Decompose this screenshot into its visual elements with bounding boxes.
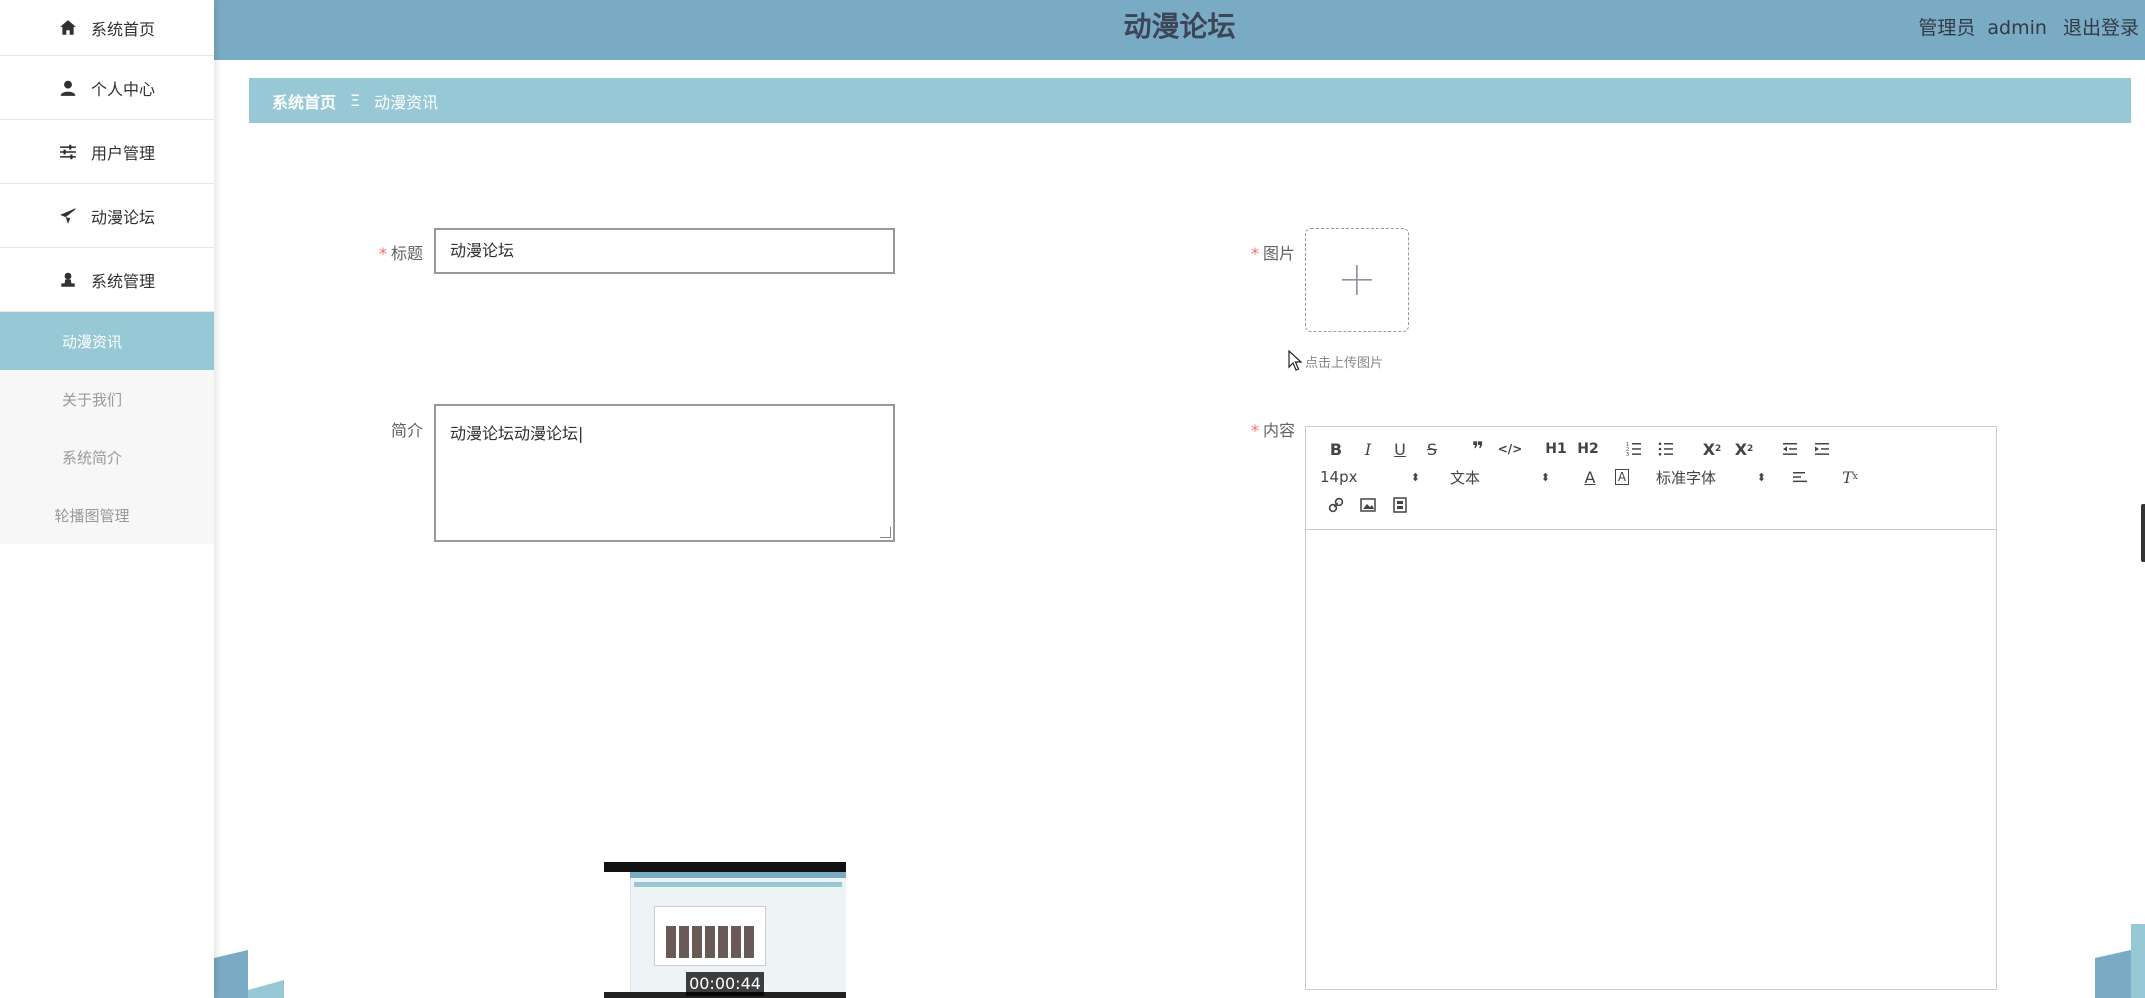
underline-icon[interactable]: U	[1384, 437, 1416, 461]
mouse-cursor-icon	[1288, 350, 1303, 371]
breadcrumb-separator: Ξ	[350, 91, 361, 110]
bullet-list-icon[interactable]	[1650, 437, 1682, 461]
logout-link[interactable]: 退出登录	[2063, 17, 2139, 39]
breadcrumb-home[interactable]: 系统首页	[272, 89, 336, 113]
indent-icon[interactable]	[1806, 437, 1838, 461]
breadcrumb: 系统首页 Ξ 动漫资讯	[249, 78, 2131, 123]
decorative-shape	[214, 950, 284, 998]
sliders-icon	[60, 144, 76, 159]
outdent-icon[interactable]	[1774, 437, 1806, 461]
sidebar-item-label: 系统管理	[90, 271, 155, 291]
decorative-shape	[2095, 924, 2145, 998]
sidebar-item-system-management[interactable]: 系统管理	[0, 248, 214, 312]
image-icon[interactable]	[1352, 493, 1384, 517]
resize-handle[interactable]	[880, 527, 891, 538]
required-mark: *	[378, 244, 387, 263]
title-label-text: 标题	[390, 244, 423, 263]
sidebar-item-user-management[interactable]: 用户管理	[0, 120, 214, 184]
superscript-icon[interactable]: X2	[1728, 437, 1760, 461]
sidebar-subitem-about-us[interactable]: 关于我们	[0, 370, 214, 428]
scroll-handle[interactable]	[2141, 504, 2145, 562]
italic-icon[interactable]: I	[1352, 437, 1384, 461]
image-label: * 图片	[1215, 240, 1295, 264]
user-role: 管理员	[1918, 17, 1976, 39]
background-color-icon[interactable]: A	[1606, 465, 1638, 489]
sidebar-subitem-system-intro[interactable]: 系统简介	[0, 428, 214, 486]
select-arrows-icon: ⬍	[1410, 470, 1420, 484]
font-family-value: 标准字体	[1656, 468, 1717, 487]
username: admin	[1987, 17, 2047, 39]
system-management-submenu: 动漫资讯 关于我们 系统简介 轮播图管理	[0, 312, 214, 544]
title-label: * 标题	[343, 240, 423, 264]
font-color-icon[interactable]: A	[1574, 465, 1606, 489]
content-label: * 内容	[1215, 417, 1295, 441]
strikethrough-icon[interactable]: S	[1416, 437, 1448, 461]
heading-2-icon[interactable]: H2	[1572, 437, 1604, 461]
intro-text: 动漫论坛动漫论坛|	[450, 424, 584, 443]
font-size-select[interactable]: 14px ⬍	[1320, 465, 1420, 489]
editor-toolbar: B I U S ❞ </> H1 H2 123 X2 X2 14px ⬍ 文本 …	[1306, 427, 1996, 530]
top-header: 动漫论坛 管理员 admin 退出登录	[214, 0, 2145, 60]
content-label-text: 内容	[1262, 421, 1295, 440]
svg-text:3: 3	[1626, 452, 1629, 457]
home-icon	[60, 19, 76, 35]
send-icon	[60, 207, 76, 224]
sidebar-subitem-carousel-management[interactable]: 轮播图管理	[0, 486, 214, 544]
editor-content-area[interactable]	[1306, 530, 1996, 989]
sidebar-item-anime-forum[interactable]: 动漫论坛	[0, 184, 214, 248]
bold-icon[interactable]: B	[1320, 437, 1352, 461]
sidebar-item-home[interactable]: 系统首页	[0, 0, 214, 56]
subscript-icon[interactable]: X2	[1696, 437, 1728, 461]
intro-label-text: 简介	[390, 421, 423, 440]
video-timestamp: 00:00:44	[686, 972, 764, 996]
video-preview-thumbnail[interactable]: 00:00:44	[604, 862, 846, 998]
font-size-value: 14px	[1320, 468, 1358, 486]
paragraph-value: 文本	[1450, 468, 1481, 487]
sidebar-item-label: 动漫论坛	[90, 207, 155, 227]
blockquote-icon[interactable]: ❞	[1462, 437, 1494, 461]
select-arrows-icon: ⬍	[1756, 470, 1766, 484]
required-mark: *	[1250, 421, 1259, 440]
ordered-list-icon[interactable]: 123	[1618, 437, 1650, 461]
image-label-text: 图片	[1262, 244, 1295, 263]
code-block-icon[interactable]: </>	[1494, 437, 1526, 461]
font-family-select[interactable]: 标准字体 ⬍	[1656, 465, 1766, 489]
sidebar-item-personal-center[interactable]: 个人中心	[0, 56, 214, 120]
rich-text-editor: B I U S ❞ </> H1 H2 123 X2 X2 14px ⬍ 文本 …	[1305, 426, 1997, 990]
clear-format-icon[interactable]: Tx	[1834, 465, 1866, 489]
page-title: 动漫论坛	[1123, 10, 1236, 43]
breadcrumb-current: 动漫资讯	[374, 92, 439, 112]
link-icon[interactable]	[1320, 493, 1352, 517]
select-arrows-icon: ⬍	[1540, 470, 1550, 484]
user-icon	[60, 80, 76, 96]
image-upload-button[interactable]	[1305, 228, 1409, 332]
intro-textarea[interactable]: 动漫论坛动漫论坛|	[434, 404, 895, 542]
sidebar-item-label: 系统首页	[90, 19, 155, 39]
user-stamp-icon	[61, 272, 75, 287]
sidebar: 系统首页 个人中心 用户管理 动漫论坛 系统管理 动漫资讯 关于我们 系统简介 …	[0, 0, 214, 998]
required-mark: *	[1250, 244, 1259, 263]
plus-icon	[1342, 265, 1372, 295]
title-input[interactable]: 动漫论坛	[434, 228, 895, 274]
heading-1-icon[interactable]: H1	[1540, 437, 1572, 461]
paragraph-select[interactable]: 文本 ⬍	[1450, 465, 1550, 489]
sidebar-item-label: 用户管理	[90, 143, 155, 163]
user-info: 管理员 admin 退出登录	[1918, 13, 2139, 40]
sidebar-item-label: 个人中心	[90, 79, 155, 99]
intro-label: 简介	[343, 417, 423, 441]
align-icon[interactable]	[1784, 465, 1816, 489]
video-icon[interactable]	[1384, 493, 1416, 517]
sidebar-subitem-anime-news[interactable]: 动漫资讯	[0, 312, 214, 370]
upload-tip: 点击上传图片	[1305, 356, 1384, 371]
